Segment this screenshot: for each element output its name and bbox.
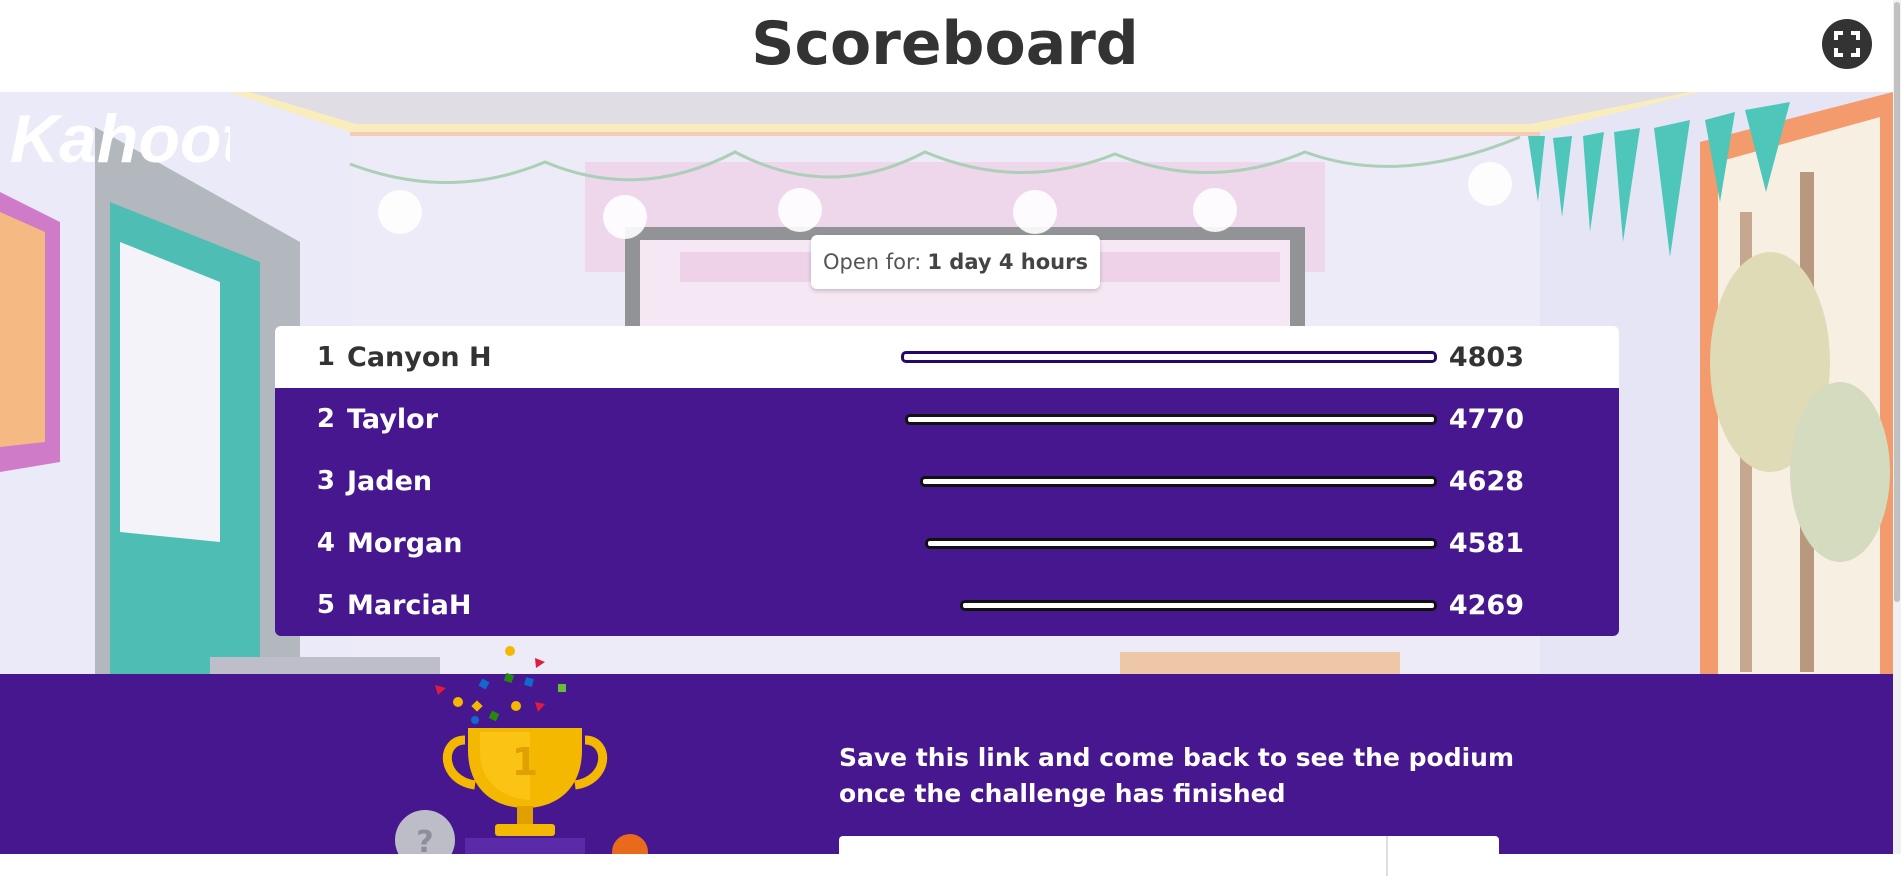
player-rank: 5 <box>316 590 335 620</box>
header: Scoreboard <box>0 0 1901 92</box>
score-bar <box>901 351 1437 363</box>
scoreboard-list: 1 Canyon H 4803 2 Taylor 4770 3 Jaden 46… <box>275 326 1619 638</box>
scoreboard-row: 4 Morgan 4581 <box>275 512 1619 574</box>
share-link-field[interactable] <box>839 836 1499 876</box>
save-link-message: Save this link and come back to see the … <box>839 743 1514 808</box>
scoreboard-row: 2 Taylor 4770 <box>275 388 1619 450</box>
player-rank: 4 <box>316 528 335 558</box>
trophy-icon: 1 ? <box>395 646 648 854</box>
player-score: 4581 <box>1448 527 1524 559</box>
player-name: Morgan <box>347 527 463 559</box>
score-bar <box>960 599 1437 611</box>
score-bar <box>925 537 1437 549</box>
page-title: Scoreboard <box>751 9 1139 79</box>
score-bar <box>920 475 1437 487</box>
open-for-value: 1 day 4 hours <box>927 250 1088 274</box>
player-score: 4269 <box>1448 589 1524 621</box>
confetti-icon <box>435 646 566 724</box>
kahoot-logo: Kahoot! <box>10 101 230 177</box>
player-score: 4803 <box>1448 341 1524 373</box>
player-score: 4628 <box>1448 465 1524 497</box>
player-score: 4770 <box>1448 403 1524 435</box>
copy-button-divider <box>1386 836 1388 876</box>
scrollbar-thumb[interactable] <box>1894 2 1900 602</box>
second-place-label: ? <box>416 825 433 854</box>
player-name: Jaden <box>347 465 433 497</box>
scoreboard-row: 1 Canyon H 4803 <box>275 326 1619 388</box>
player-name: Canyon H <box>347 341 492 373</box>
player-rank: 3 <box>316 466 335 496</box>
open-for-label: Open for: <box>823 250 922 274</box>
open-for-badge: Open for: 1 day 4 hours <box>811 235 1100 289</box>
player-rank: 2 <box>316 404 335 434</box>
page-scrollbar[interactable] <box>1893 0 1901 854</box>
fullscreen-button[interactable] <box>1822 19 1872 69</box>
scoreboard-row: 3 Jaden 4628 <box>275 450 1619 512</box>
scoreboard-row: 5 MarciaH 4269 <box>275 574 1619 636</box>
player-name: MarciaH <box>347 589 472 621</box>
svg-text:Kahoot!: Kahoot! <box>10 101 230 177</box>
fullscreen-icon <box>1834 31 1860 57</box>
player-rank: 1 <box>316 342 335 372</box>
score-bar <box>905 413 1437 425</box>
player-name: Taylor <box>347 403 439 435</box>
trophy-rank: 1 <box>512 740 538 784</box>
